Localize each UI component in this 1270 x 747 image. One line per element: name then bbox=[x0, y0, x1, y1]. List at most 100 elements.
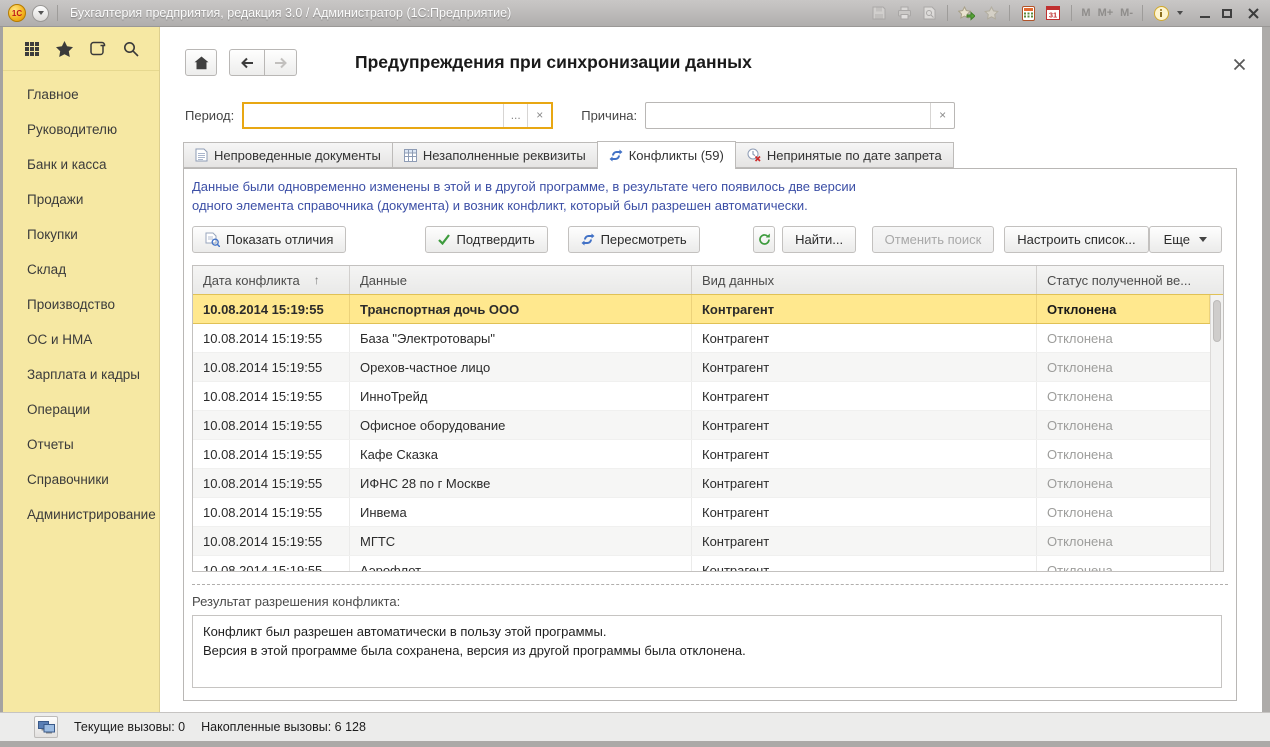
confirm-button[interactable]: Подтвердить bbox=[425, 226, 547, 253]
vertical-scrollbar[interactable] bbox=[1210, 295, 1223, 571]
main-menu-button[interactable] bbox=[32, 5, 49, 22]
cell-kind: Контрагент bbox=[692, 411, 1037, 439]
toolbar: Показать отличия Подтвердить bbox=[192, 225, 1230, 253]
cell-data: Аэрофлот bbox=[350, 556, 692, 571]
configure-list-button[interactable]: Настроить список... bbox=[1004, 226, 1148, 253]
divider bbox=[1071, 5, 1072, 21]
calendar-icon[interactable]: 31 bbox=[1044, 5, 1062, 22]
show-differences-button[interactable]: Показать отличия bbox=[192, 226, 346, 253]
table-row[interactable]: 10.08.2014 15:19:55 МГТС Контрагент Откл… bbox=[193, 527, 1223, 556]
cell-status: Отклонена bbox=[1037, 469, 1210, 497]
sidebar-item[interactable]: Администрирование bbox=[3, 497, 159, 532]
scrollbar-thumb[interactable] bbox=[1213, 300, 1221, 342]
review-button[interactable]: Пересмотреть bbox=[568, 226, 700, 253]
table-row[interactable]: 10.08.2014 15:19:55 Транспортная дочь ОО… bbox=[193, 294, 1223, 324]
column-header-kind[interactable]: Вид данных bbox=[692, 266, 1037, 294]
cell-status: Отклонена bbox=[1037, 295, 1210, 323]
close-form-button[interactable] bbox=[1233, 58, 1246, 71]
column-label: Данные bbox=[360, 273, 407, 288]
sidebar-item[interactable]: Справочники bbox=[3, 462, 159, 497]
table-body: 10.08.2014 15:19:55 Транспортная дочь ОО… bbox=[193, 294, 1223, 571]
cell-status: Отклонена bbox=[1037, 527, 1210, 555]
tab-strip: Непроведенные документы Незаполненные ре… bbox=[183, 141, 954, 168]
tab-unfilled-attributes[interactable]: Незаполненные реквизиты bbox=[392, 142, 597, 168]
sidebar-item[interactable]: Главное bbox=[3, 77, 159, 112]
sidebar-item[interactable]: Покупки bbox=[3, 217, 159, 252]
sidebar-item[interactable]: Производство bbox=[3, 287, 159, 322]
more-button[interactable]: Еще bbox=[1149, 226, 1222, 253]
cell-data: Кафе Сказка bbox=[350, 440, 692, 468]
button-label: Показать отличия bbox=[226, 232, 333, 247]
reason-clear-button[interactable]: × bbox=[930, 103, 954, 128]
column-header-status[interactable]: Статус полученной ве... bbox=[1037, 266, 1210, 294]
refresh-button[interactable] bbox=[753, 226, 775, 253]
server-calls-icon[interactable] bbox=[34, 716, 58, 738]
cell-date: 10.08.2014 15:19:55 bbox=[193, 498, 350, 526]
diff-magnifier-icon bbox=[205, 232, 220, 247]
cell-data: Офисное оборудование bbox=[350, 411, 692, 439]
sidebar-item[interactable]: Банк и касса bbox=[3, 147, 159, 182]
table-row[interactable]: 10.08.2014 15:19:55 Орехов-частное лицо … bbox=[193, 353, 1223, 382]
table-row[interactable]: 10.08.2014 15:19:55 Аэрофлот Контрагент … bbox=[193, 556, 1223, 571]
app-body: ГлавноеРуководителюБанк и кассаПродажиПо… bbox=[0, 27, 1270, 712]
find-button[interactable]: Найти... bbox=[782, 226, 856, 253]
home-button[interactable] bbox=[185, 49, 217, 76]
period-clear-button[interactable]: × bbox=[527, 104, 551, 127]
table-row[interactable]: 10.08.2014 15:19:55 ИФНС 28 по г Москве … bbox=[193, 469, 1223, 498]
chevron-down-icon bbox=[1199, 237, 1207, 242]
sidebar-menu: ГлавноеРуководителюБанк и кассаПродажиПо… bbox=[3, 71, 159, 532]
close-window-button[interactable] bbox=[1244, 5, 1262, 22]
cancel-search-button: Отменить поиск bbox=[872, 226, 995, 253]
back-button[interactable] bbox=[229, 49, 265, 76]
conflicts-panel: Данные были одновременно изменены в этой… bbox=[183, 168, 1237, 701]
cell-kind: Контрагент bbox=[692, 353, 1037, 381]
maximize-button[interactable] bbox=[1222, 9, 1232, 18]
window-title: Бухгалтерия предприятия, редакция 3.0 / … bbox=[70, 6, 511, 20]
forward-button[interactable] bbox=[265, 49, 297, 76]
calculator-icon[interactable] bbox=[1019, 5, 1037, 22]
window-controls bbox=[1200, 5, 1262, 22]
sections-grid-icon[interactable] bbox=[20, 37, 44, 61]
minimize-button[interactable] bbox=[1200, 16, 1210, 18]
sidebar-item[interactable]: Зарплата и кадры bbox=[3, 357, 159, 392]
separator bbox=[192, 584, 1228, 585]
page-title: Предупреждения при синхронизации данных bbox=[355, 52, 752, 73]
app-window: 1С Бухгалтерия предприятия, редакция 3.0… bbox=[0, 0, 1270, 747]
cell-kind: Контрагент bbox=[692, 295, 1037, 323]
sidebar-item[interactable]: Руководителю bbox=[3, 112, 159, 147]
sidebar-item[interactable]: Склад bbox=[3, 252, 159, 287]
table-row[interactable]: 10.08.2014 15:19:55 База "Электротовары"… bbox=[193, 324, 1223, 353]
tab-label: Непринятые по дате запрета bbox=[767, 148, 942, 163]
cell-date: 10.08.2014 15:19:55 bbox=[193, 382, 350, 410]
table-row[interactable]: 10.08.2014 15:19:55 Инвема Контрагент От… bbox=[193, 498, 1223, 527]
cell-status: Отклонена bbox=[1037, 556, 1210, 571]
info-icon[interactable] bbox=[1152, 5, 1170, 22]
period-picker-button[interactable]: ... bbox=[503, 104, 527, 127]
history-scroll-icon[interactable] bbox=[86, 37, 110, 61]
sidebar-item[interactable]: ОС и НМА bbox=[3, 322, 159, 357]
table-row[interactable]: 10.08.2014 15:19:55 Кафе Сказка Контраге… bbox=[193, 440, 1223, 469]
search-icon[interactable] bbox=[119, 37, 143, 61]
print-preview-icon bbox=[920, 5, 938, 22]
window-frame bbox=[0, 741, 1270, 747]
divider bbox=[57, 5, 58, 21]
tab-conflicts[interactable]: Конфликты (59) bbox=[597, 141, 736, 169]
tab-label: Незаполненные реквизиты bbox=[423, 148, 586, 163]
sidebar-item[interactable]: Продажи bbox=[3, 182, 159, 217]
favorites-star-icon[interactable] bbox=[53, 37, 77, 61]
column-header-date[interactable]: Дата конфликта ↑ bbox=[193, 266, 350, 294]
table-row[interactable]: 10.08.2014 15:19:55 ИнноТрейд Контрагент… bbox=[193, 382, 1223, 411]
sidebar-item[interactable]: Операции bbox=[3, 392, 159, 427]
table-row[interactable]: 10.08.2014 15:19:55 Офисное оборудование… bbox=[193, 411, 1223, 440]
favorites-go-icon[interactable] bbox=[957, 5, 975, 22]
cell-status: Отклонена bbox=[1037, 411, 1210, 439]
info-dropdown-icon[interactable] bbox=[1177, 11, 1183, 15]
divider bbox=[947, 5, 948, 21]
period-input[interactable] bbox=[244, 104, 503, 127]
statusbar: Текущие вызовы: 0 Накопленные вызовы: 6 … bbox=[0, 712, 1270, 741]
reason-input[interactable] bbox=[646, 103, 930, 128]
sidebar-item[interactable]: Отчеты bbox=[3, 427, 159, 462]
column-header-data[interactable]: Данные bbox=[350, 266, 692, 294]
tab-rejected-by-date[interactable]: Непринятые по дате запрета bbox=[736, 142, 954, 168]
tab-unposted-documents[interactable]: Непроведенные документы bbox=[183, 142, 392, 168]
